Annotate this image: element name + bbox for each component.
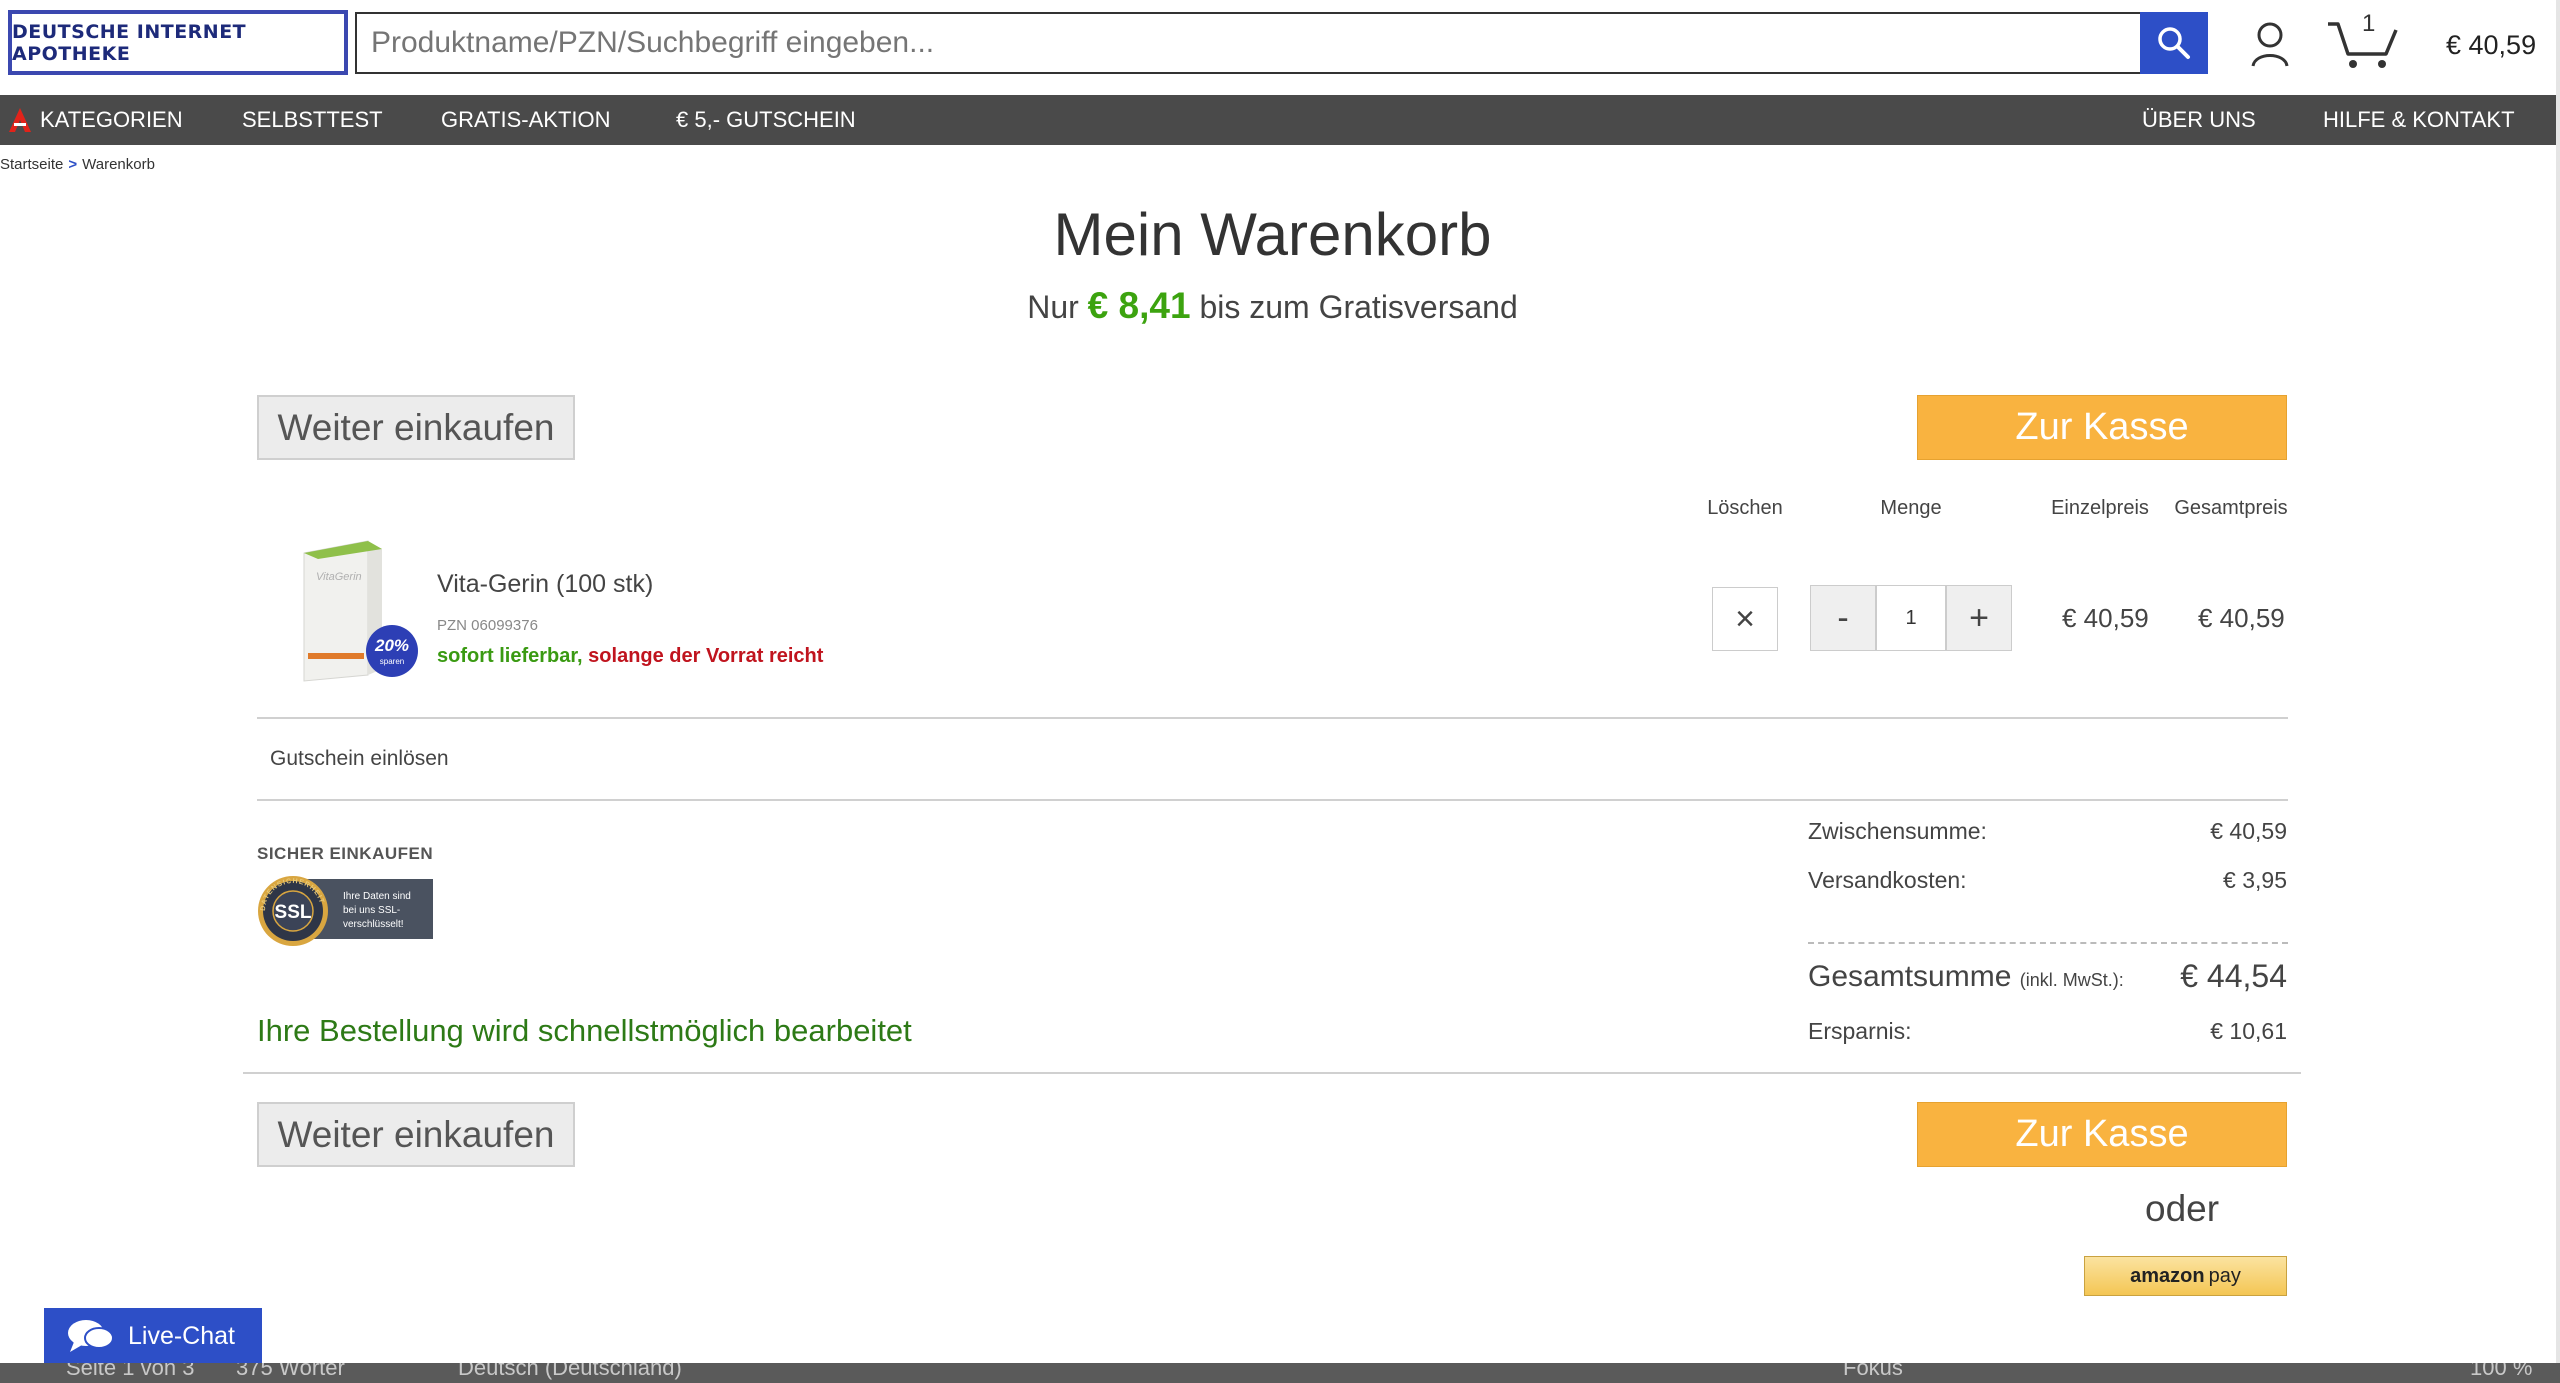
window-edge [2556, 0, 2560, 1363]
quantity-increase-button[interactable]: + [1946, 585, 2012, 651]
ssl-badge-line1: Ihre Daten sind [343, 891, 411, 902]
ssl-badge-line3: verschlüsselt! [343, 919, 404, 930]
breadcrumb-current: Warenkorb [82, 156, 155, 173]
divider [243, 1072, 2301, 1074]
word-status-bar: Seite 1 von 3 375 Wörter Deutsch (Deutsc… [0, 1363, 2560, 1383]
savings-value: € 10,61 [2210, 1018, 2287, 1044]
grand-total-title: Gesamtsumme [1808, 960, 2012, 993]
order-processing-notice: Ihre Bestellung wird schnellstmöglich be… [257, 1013, 912, 1048]
status-language: Deutsch (Deutschland) [458, 1363, 682, 1380]
status-word-count: 375 Wörter [236, 1363, 345, 1380]
free-shipping-notice: Nur € 8,41 bis zum Gratisversand [0, 285, 2545, 327]
secure-shopping-heading: SICHER EINKAUFEN [257, 844, 434, 863]
nav-categories-label: KATEGORIEN [40, 107, 183, 132]
search-button[interactable] [2140, 12, 2208, 74]
status-zoom: 100 % [2470, 1363, 2533, 1380]
shipping-cost-value: € 3,95 [2223, 867, 2287, 893]
continue-shopping-button-top[interactable]: Weiter einkaufen [257, 395, 575, 460]
checkout-button-top[interactable]: Zur Kasse [1917, 395, 2287, 460]
quantity-decrease-button[interactable]: - [1810, 585, 1876, 651]
nav-free-action[interactable]: GRATIS-AKTION [441, 95, 611, 145]
status-page-count: Seite 1 von 3 [66, 1363, 195, 1380]
header: DEUTSCHE INTERNET APOTHEKE Produktname/P… [0, 0, 2556, 95]
shipping-suffix: bis zum Gratisversand [1199, 289, 1518, 325]
summary-divider [1808, 942, 2288, 944]
availability-limited: solange der Vorrat reicht [588, 645, 824, 667]
continue-shopping-button-bottom[interactable]: Weiter einkaufen [257, 1102, 575, 1167]
status-focus: Fokus [1843, 1363, 1903, 1380]
nav-help-contact[interactable]: HILFE & KONTAKT [2323, 95, 2515, 145]
breadcrumb: Startseite > Warenkorb [0, 156, 155, 173]
ssl-label: SSL [275, 902, 312, 923]
grand-total-vat-note: (inkl. MwSt.): [2019, 970, 2124, 990]
redeem-voucher-link[interactable]: Gutschein einlösen [270, 747, 449, 771]
search-icon [2158, 27, 2190, 59]
quantity-input[interactable]: 1 [1876, 585, 1946, 651]
pharmacy-a-icon [9, 108, 31, 132]
user-account-icon[interactable] [2250, 20, 2290, 68]
cart-total[interactable]: € 40,59 [2446, 30, 2536, 61]
column-unit-price: Einzelpreis [2051, 497, 2149, 519]
shipping-remaining-amount: € 8,41 [1087, 285, 1191, 326]
search-input[interactable]: Produktname/PZN/Suchbegriff eingeben... [355, 12, 2140, 74]
product-pzn: PZN 06099376 [437, 617, 538, 634]
shipping-prefix: Nur [1027, 289, 1079, 325]
product-name[interactable]: Vita-Gerin (100 stk) [437, 570, 653, 599]
column-delete: Löschen [1707, 497, 1783, 519]
nav-voucher[interactable]: € 5,- GUTSCHEIN [676, 95, 856, 145]
availability-in-stock: sofort lieferbar, [437, 645, 583, 667]
main-navigation: KATEGORIEN SELBSTTEST GRATIS-AKTION € 5,… [0, 95, 2556, 145]
ssl-seal-icon: DATENSICHERHEIT SSL Ihre Daten sind bei … [258, 876, 433, 946]
chat-bubble-icon [68, 1319, 114, 1352]
live-chat-button[interactable]: Live-Chat [44, 1308, 262, 1365]
subtotal-label: Zwischensumme: [1808, 818, 1987, 844]
savings-label: Ersparnis: [1808, 1018, 1912, 1044]
product-availability: sofort lieferbar, solange der Vorrat rei… [437, 645, 823, 668]
delete-item-button[interactable]: × [1712, 587, 1778, 651]
amazon-pay-label: pay [2208, 1264, 2241, 1287]
amazon-pay-brand: amazon [2130, 1264, 2205, 1287]
page-title: Mein Warenkorb [1053, 201, 1492, 268]
product-box-label: VitaGerin [316, 571, 362, 583]
live-chat-label: Live-Chat [128, 1322, 235, 1350]
ssl-badge-line2: bei uns SSL- [343, 905, 400, 916]
grand-total-value: € 44,54 [2180, 958, 2287, 994]
subtotal-value: € 40,59 [2210, 818, 2287, 844]
unit-price: € 40,59 [2062, 603, 2149, 633]
grand-total-label: Gesamtsumme (inkl. MwSt.): [1808, 960, 2124, 994]
column-total-price: Gesamtpreis [2174, 497, 2288, 519]
divider [257, 799, 2288, 801]
breadcrumb-home[interactable]: Startseite [0, 156, 63, 173]
discount-badge-percent: 20% [374, 636, 409, 655]
cart-count-badge: 1 [2362, 10, 2376, 37]
discount-badge-text: sparen [380, 657, 404, 666]
checkout-button-bottom[interactable]: Zur Kasse [1917, 1102, 2287, 1167]
breadcrumb-separator: > [68, 156, 78, 173]
or-separator: oder [2145, 1188, 2220, 1229]
product-image[interactable]: VitaGerin 20% sparen [296, 535, 420, 683]
nav-selftest[interactable]: SELBSTTEST [242, 95, 383, 145]
amazon-pay-button[interactable]: amazon pay [2084, 1256, 2287, 1296]
shipping-cost-label: Versandkosten: [1808, 867, 1967, 893]
line-total-price: € 40,59 [2198, 603, 2285, 633]
nav-about[interactable]: ÜBER UNS [2142, 95, 2256, 145]
nav-categories[interactable]: KATEGORIEN [8, 95, 183, 145]
divider [257, 717, 2288, 719]
column-quantity: Menge [1880, 497, 1942, 519]
site-logo[interactable]: DEUTSCHE INTERNET APOTHEKE [8, 10, 348, 75]
